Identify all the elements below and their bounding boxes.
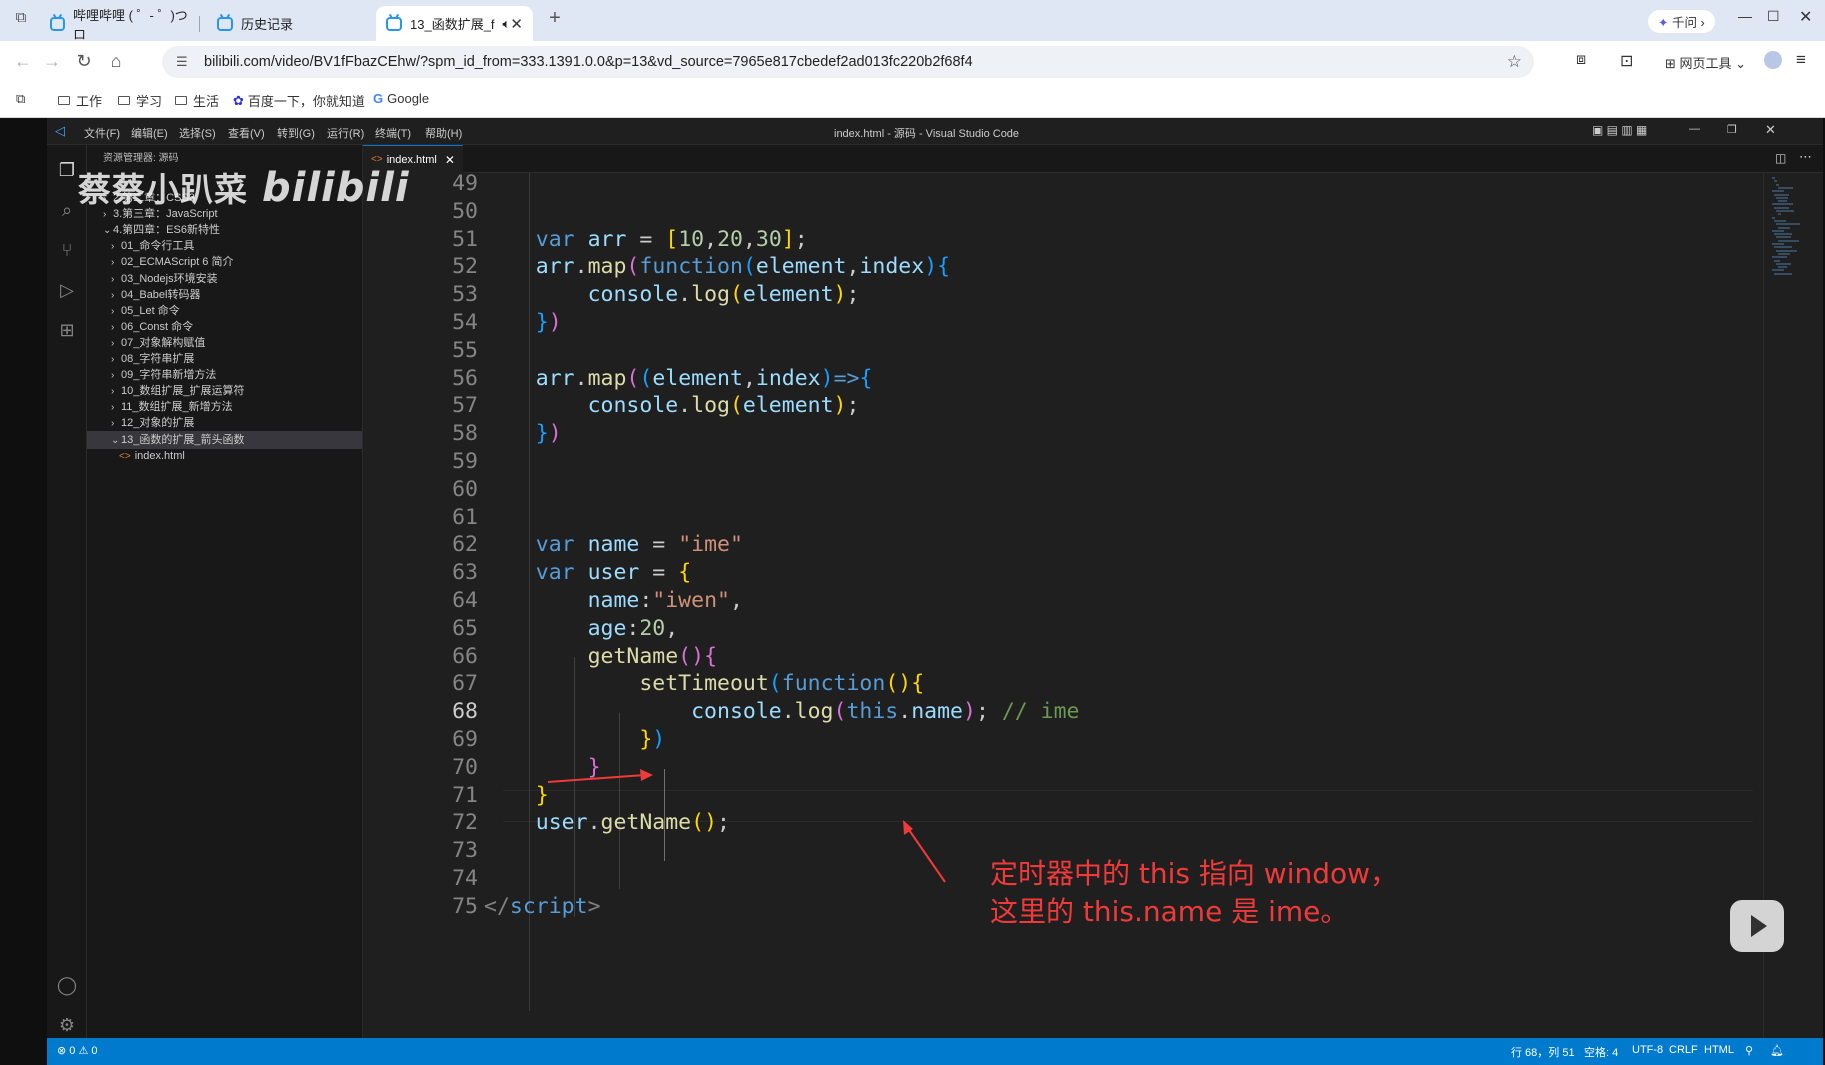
annotation-arrows	[547, 769, 946, 883]
arrow-to-this	[906, 826, 946, 883]
annotation-line-2: 这里的 this.name 是 ime。	[990, 895, 1349, 928]
arrow-to-settimeout	[547, 774, 646, 783]
annotation-note: 定时器中的 this 指向 window， 这里的 this.name 是 im…	[990, 855, 1398, 931]
annotation-line-1: 定时器中的 this 指向 window，	[990, 857, 1399, 890]
arrow-head-settimeout	[640, 769, 653, 781]
video-play-button[interactable]	[1730, 900, 1784, 952]
